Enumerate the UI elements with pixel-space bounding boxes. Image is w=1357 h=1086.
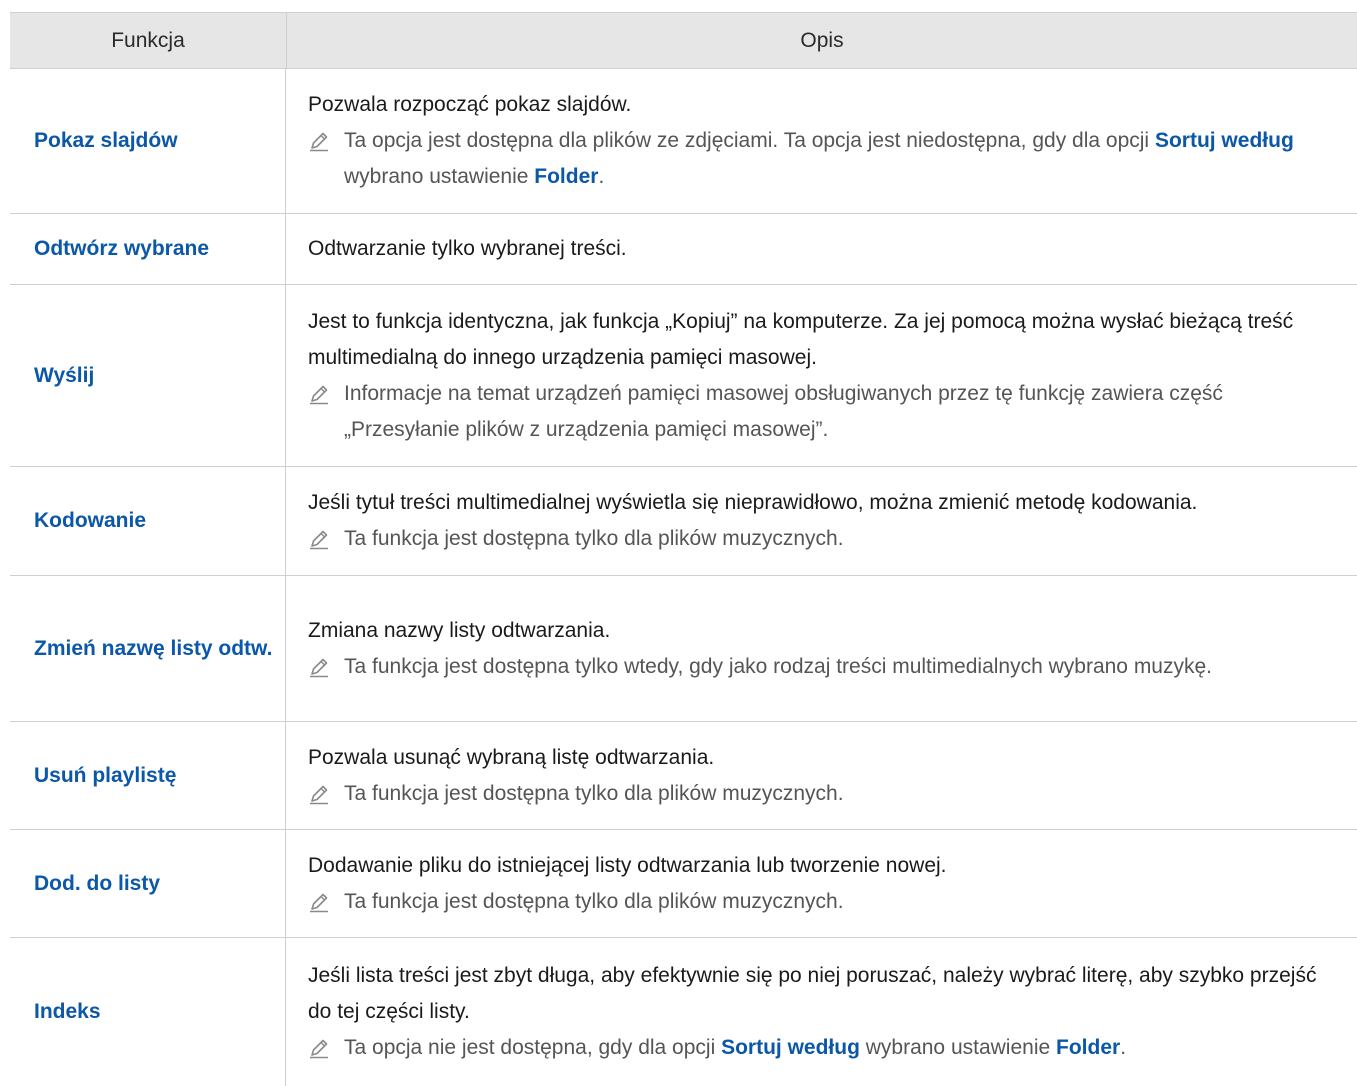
description-text: Odtwarzanie tylko wybranej treści. bbox=[308, 237, 627, 260]
function-table: Funkcja Opis Pokaz slajdów Pozwala rozpo… bbox=[10, 12, 1357, 1086]
function-cell: Zmień nazwę listy odtw. bbox=[10, 576, 286, 721]
header-opis: Opis bbox=[800, 28, 844, 52]
function-name: Indeks bbox=[34, 1000, 101, 1023]
description-cell: Pozwala usunąć wybraną listę odtwarzania… bbox=[286, 722, 1357, 829]
note: Ta opcja nie jest dostępna, gdy dla opcj… bbox=[308, 1030, 1339, 1066]
note: Ta opcja jest dostępna dla plików ze zdj… bbox=[308, 123, 1339, 195]
pencil-note-icon bbox=[310, 1039, 328, 1059]
table-row: Usuń playlistę Pozwala usunąć wybraną li… bbox=[10, 722, 1357, 830]
description-text: Jeśli lista treści jest zbyt długa, aby … bbox=[308, 964, 1317, 1023]
note: Ta funkcja jest dostępna tylko dla plikó… bbox=[308, 884, 1339, 920]
table-row: Odtwórz wybrane Odtwarzanie tylko wybran… bbox=[10, 214, 1357, 285]
description-cell: Jeśli lista treści jest zbyt długa, aby … bbox=[286, 938, 1357, 1086]
function-name: Pokaz slajdów bbox=[34, 129, 178, 152]
keyword-folder: Folder bbox=[1056, 1036, 1121, 1059]
function-name: Usuń playlistę bbox=[34, 763, 177, 787]
description-cell: Jest to funkcja identyczna, jak funkcja … bbox=[286, 285, 1357, 466]
note: Ta funkcja jest dostępna tylko dla plikó… bbox=[308, 776, 1339, 812]
function-cell: Indeks bbox=[10, 938, 286, 1086]
pencil-note-icon bbox=[310, 658, 328, 677]
function-cell: Wyślij bbox=[10, 285, 286, 466]
note: Ta funkcja jest dostępna tylko dla plikó… bbox=[308, 521, 1339, 557]
keyword-sort-by: Sortuj według bbox=[1154, 129, 1294, 152]
function-cell: Kodowanie bbox=[10, 467, 286, 575]
function-name: Kodowanie bbox=[34, 509, 147, 532]
description-cell: Pozwala rozpocząć pokaz slajdów. Ta opcj… bbox=[286, 69, 1357, 213]
table-row: Kodowanie Jeśli tytuł treści multimedial… bbox=[10, 467, 1357, 576]
table-grid: Funkcja Opis Pokaz slajdów Pozwala rozpo… bbox=[10, 12, 1357, 1086]
pencil-note-icon bbox=[310, 530, 328, 550]
table-row: Zmień nazwę listy odtw. Zmiana nazwy lis… bbox=[10, 576, 1357, 722]
table-row: Wyślij Jest to funkcja identyczna, jak f… bbox=[10, 285, 1357, 467]
description-text: Dodawanie pliku do istniejącej listy odt… bbox=[308, 853, 947, 877]
description-cell: Zmiana nazwy listy odtwarzania. Ta funkc… bbox=[286, 576, 1357, 721]
function-name: Odtwórz wybrane bbox=[34, 237, 210, 260]
description-text: Jeśli tytuł treści multimedialnej wyświe… bbox=[308, 491, 1198, 514]
function-name: Wyślij bbox=[34, 363, 95, 387]
pencil-note-icon bbox=[310, 385, 328, 404]
function-cell: Pokaz slajdów bbox=[10, 69, 286, 213]
pencil-note-icon bbox=[310, 785, 328, 804]
pencil-note-icon bbox=[310, 893, 328, 912]
note: Ta funkcja jest dostępna tylko wtedy, gd… bbox=[308, 649, 1339, 685]
description-text: Pozwala rozpocząć pokaz slajdów. bbox=[308, 93, 632, 116]
description-cell: Jeśli tytuł treści multimedialnej wyświe… bbox=[286, 467, 1357, 575]
header-funkcja: Funkcja bbox=[10, 13, 287, 68]
table-row: Pokaz slajdów Pozwala rozpocząć pokaz sl… bbox=[10, 69, 1357, 214]
function-cell: Usuń playlistę bbox=[10, 722, 286, 829]
description-cell: Odtwarzanie tylko wybranej treści. bbox=[286, 214, 1357, 284]
table-header: Funkcja Opis bbox=[10, 12, 1357, 69]
function-name: Dod. do listy bbox=[34, 871, 160, 895]
function-cell: Odtwórz wybrane bbox=[10, 214, 286, 284]
keyword-sort-by: Sortuj według bbox=[721, 1036, 860, 1059]
note: Informacje na temat urządzeń pamięci mas… bbox=[308, 376, 1339, 448]
description-cell: Dodawanie pliku do istniejącej listy odt… bbox=[286, 830, 1357, 937]
description-text: Pozwala usunąć wybraną listę odtwarzania… bbox=[308, 745, 715, 769]
table-row: Dod. do listy Dodawanie pliku do istniej… bbox=[10, 830, 1357, 938]
keyword-folder: Folder bbox=[534, 165, 599, 188]
description-text: Jest to funkcja identyczna, jak funkcja … bbox=[308, 309, 1294, 369]
function-name: Zmień nazwę listy odtw. bbox=[34, 636, 273, 660]
description-text: Zmiana nazwy listy odtwarzania. bbox=[308, 618, 611, 642]
pencil-note-icon bbox=[310, 132, 328, 152]
function-cell: Dod. do listy bbox=[10, 830, 286, 937]
table-row: Indeks Jeśli lista treści jest zbyt dług… bbox=[10, 938, 1357, 1086]
